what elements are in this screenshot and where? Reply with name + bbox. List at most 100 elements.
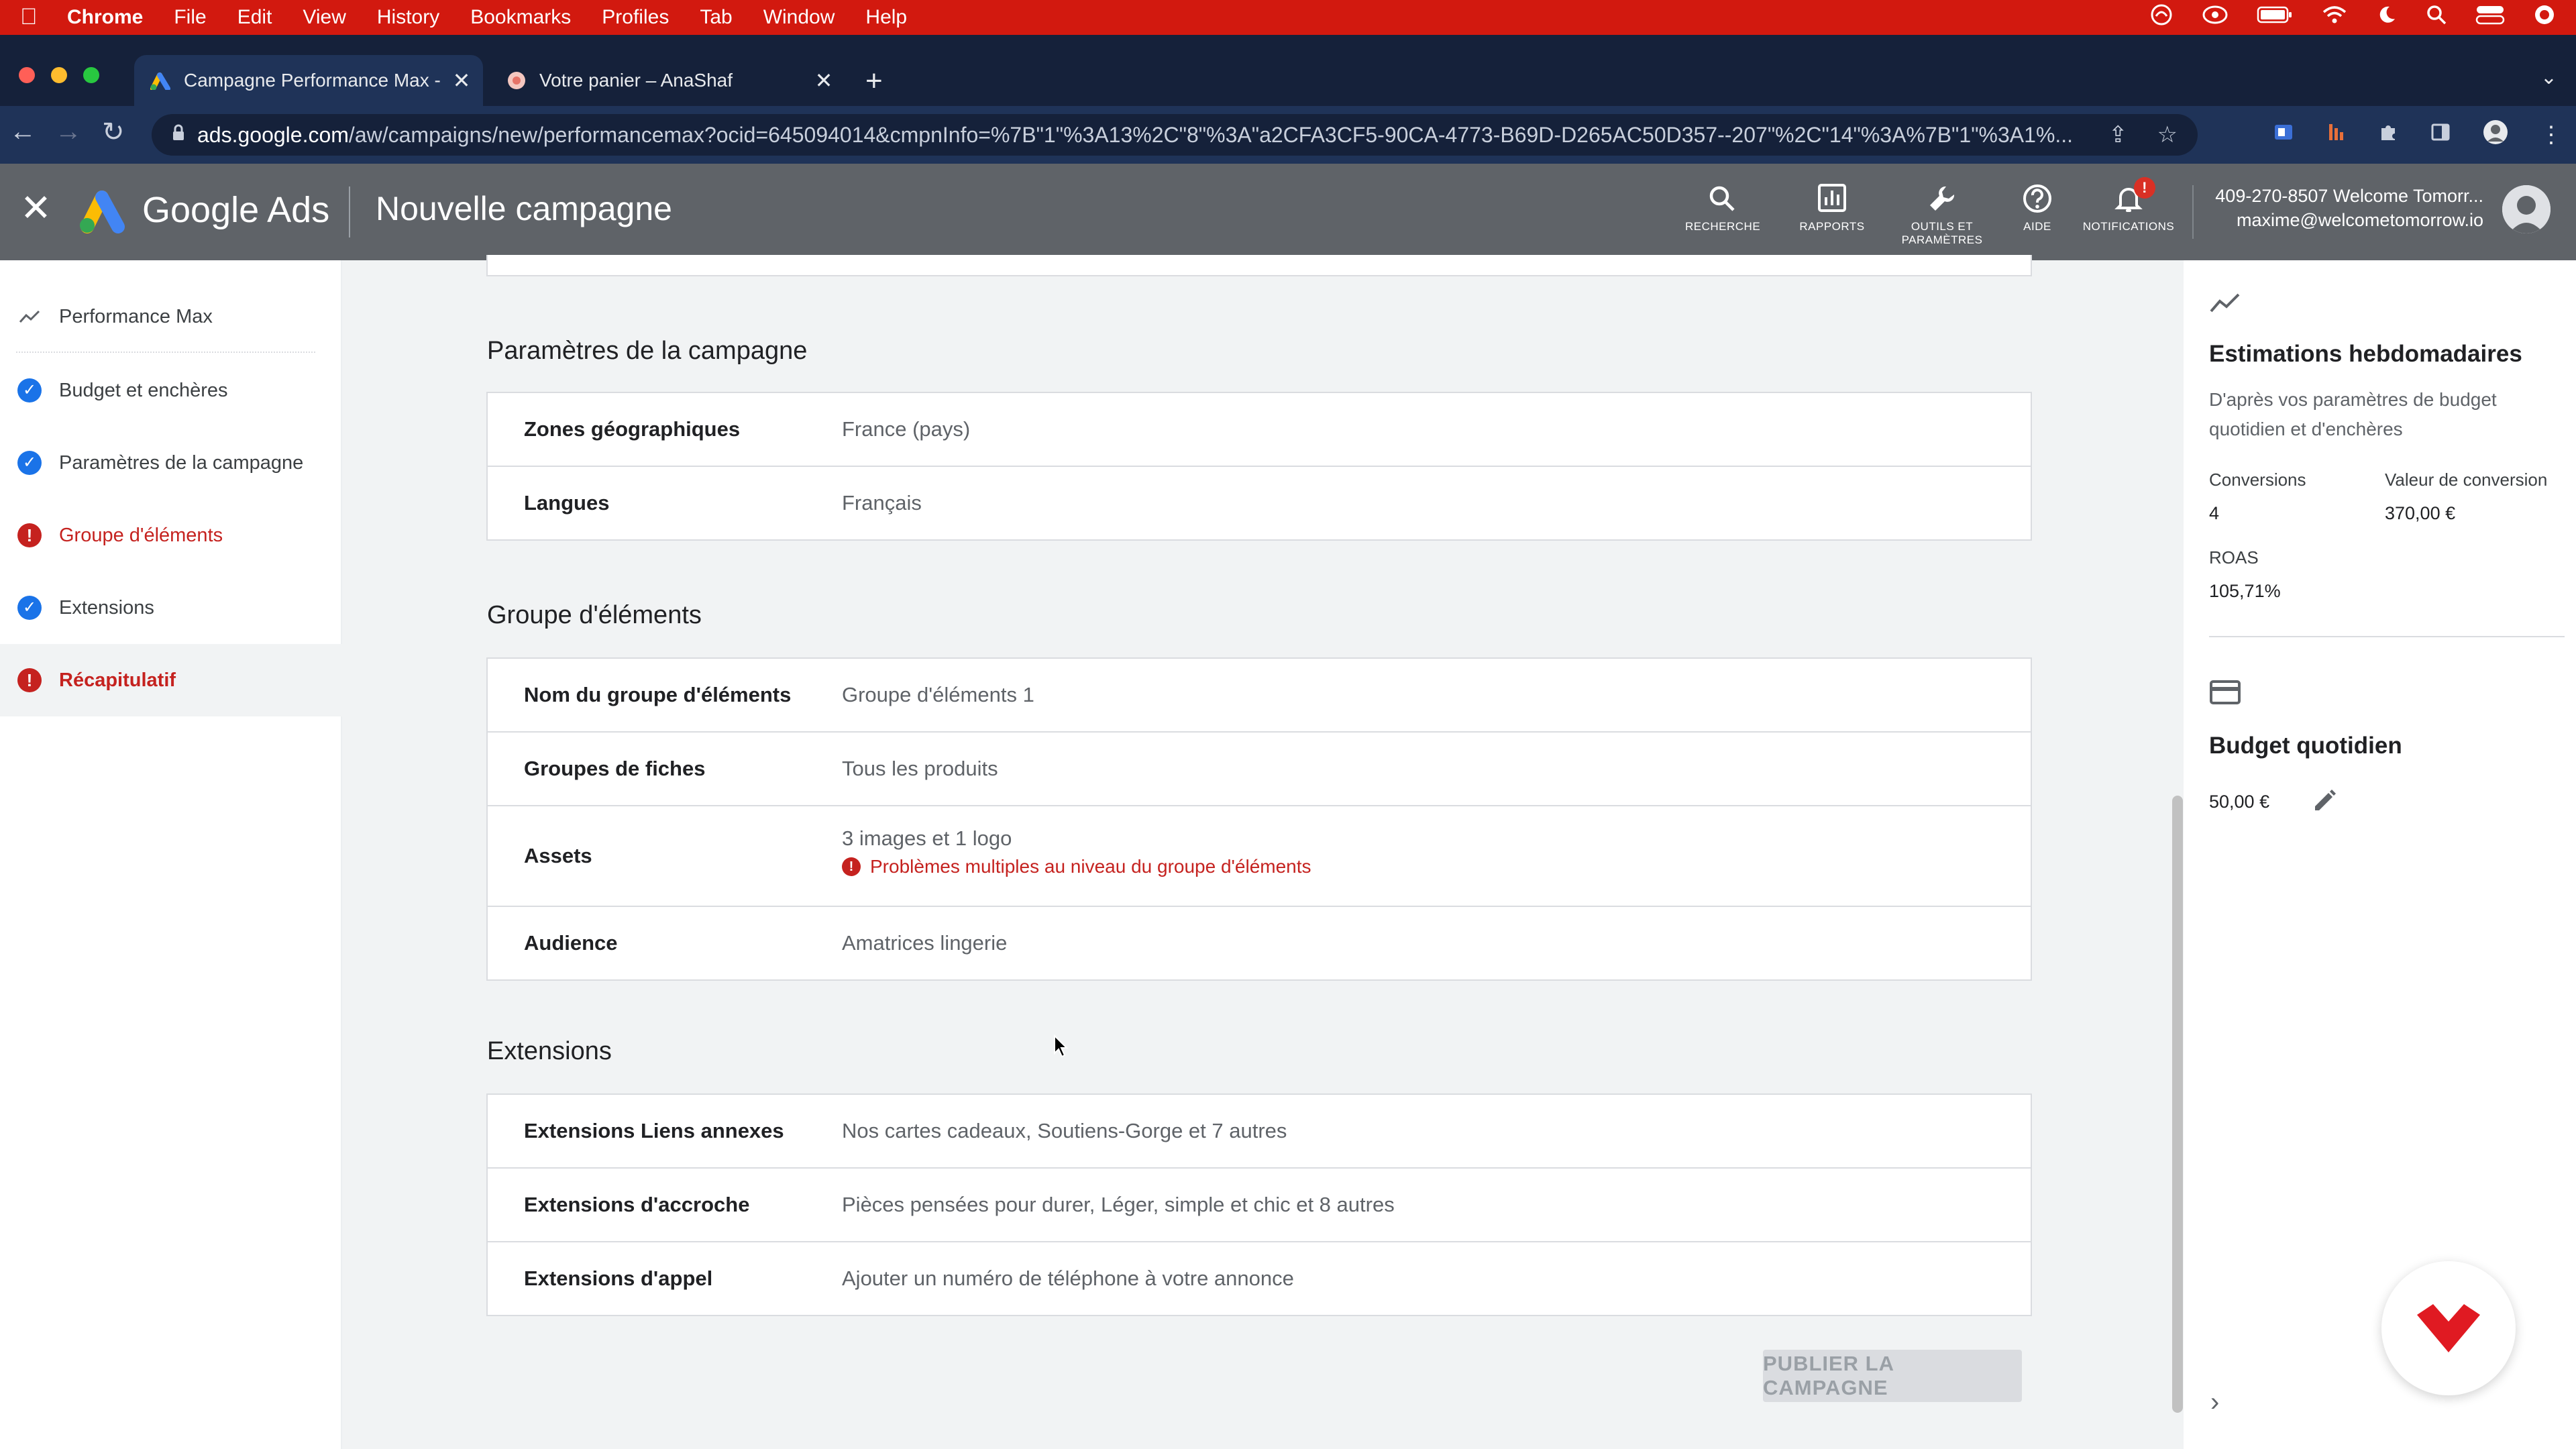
publish-campaign-button[interactable]: PUBLIER LA CAMPAGNE (1763, 1350, 2022, 1402)
menu-bookmarks[interactable]: Bookmarks (470, 6, 571, 29)
user-avatar[interactable] (2502, 185, 2551, 233)
menu-window[interactable]: Window (763, 6, 835, 29)
siri-icon[interactable] (2533, 3, 2556, 32)
tab-title: Campagne Performance Max - (184, 70, 441, 91)
edit-pencil-icon[interactable] (2311, 788, 2338, 818)
wifi-icon[interactable] (2321, 4, 2348, 31)
tab-votre-panier[interactable]: Votre panier – AnaShaf ✕ (490, 55, 845, 106)
section-title-extensions: Extensions (487, 1037, 612, 1065)
account-info[interactable]: 409-270-8507 Welcome Tomorr... maxime@we… (2212, 184, 2483, 232)
menu-edit[interactable]: Edit (237, 6, 272, 29)
tools-label-line1: OUTILS ET (1911, 220, 1974, 233)
search-button[interactable]: RECHERCHE (1685, 182, 1760, 233)
nav-item-asset-group[interactable]: ! Groupe d'éléments (0, 499, 342, 572)
summary-row[interactable]: Langues Français (488, 466, 2031, 539)
help-button[interactable]: AIDE (2014, 182, 2061, 233)
menu-profiles[interactable]: Profiles (602, 6, 669, 29)
google-ads-brand: Google Ads (142, 190, 330, 230)
floating-app-logo-button[interactable] (2381, 1261, 2516, 1395)
campaign-steps-nav: Performance Max ✓ Budget et enchères ✓ P… (0, 260, 342, 1449)
bookmark-star-icon[interactable]: ☆ (2157, 121, 2178, 148)
control-center-icon[interactable] (2475, 4, 2505, 31)
close-campaign-icon[interactable]: ✕ (20, 189, 52, 227)
menu-tab[interactable]: Tab (700, 6, 732, 29)
tab-close-icon[interactable]: ✕ (810, 68, 837, 93)
extension-blue-icon[interactable] (2273, 121, 2294, 149)
nav-item-extensions[interactable]: ✓ Extensions (0, 572, 342, 644)
menu-app-chrome[interactable]: Chrome (67, 6, 143, 29)
side-panel-icon[interactable] (2430, 121, 2451, 149)
help-label: AIDE (2023, 220, 2051, 233)
main-scrollbar-thumb[interactable] (2172, 796, 2183, 1413)
nav-item-summary[interactable]: ! Récapitulatif (0, 644, 342, 716)
section-title-campaign-settings: Paramètres de la campagne (487, 337, 808, 365)
apple-icon[interactable]:  (20, 4, 38, 30)
tab-campagne-performance-max[interactable]: Campagne Performance Max - ✕ (134, 55, 483, 106)
summary-row[interactable]: Audience Amatrices lingerie (488, 906, 2031, 979)
url-path: /aw/campaigns/new/performancemax?ocid=64… (348, 122, 2074, 147)
window-close-button[interactable] (19, 67, 35, 83)
summary-row[interactable]: Groupes de fiches Tous les produits (488, 731, 2031, 805)
status-app-icon[interactable] (2149, 3, 2174, 32)
lock-icon[interactable] (172, 124, 185, 146)
url-text[interactable]: ads.google.com/aw/campaigns/new/performa… (197, 123, 2108, 148)
extensions-card: Extensions Liens annexes Nos cartes cade… (486, 1093, 2032, 1316)
row-label: Audience (524, 931, 618, 955)
summary-row[interactable]: Extensions d'appel Ajouter un numéro de … (488, 1241, 2031, 1315)
row-value: Nos cartes cadeaux, Soutiens-Gorge et 7 … (842, 1119, 1287, 1142)
nav-label: Groupe d'éléments (59, 524, 223, 546)
summary-row[interactable]: Nom du groupe d'éléments Groupe d'élémen… (488, 659, 2031, 731)
row-label: Zones géographiques (524, 417, 741, 441)
nav-item-campaign-settings[interactable]: ✓ Paramètres de la campagne (0, 427, 342, 499)
help-circle-icon (2014, 182, 2061, 220)
wrench-icon (1898, 182, 1986, 220)
conversions-label: Conversions (2209, 470, 2306, 490)
menu-history[interactable]: History (377, 6, 439, 29)
row-value: Ajouter un numéro de téléphone à votre a… (842, 1267, 1294, 1290)
row-value: France (pays) (842, 417, 971, 441)
expand-chevron-right-icon[interactable]: › (2210, 1387, 2219, 1417)
chrome-menu-kebab-icon[interactable]: ⋮ (2540, 121, 2563, 148)
row-value: Pièces pensées pour durer, Léger, simple… (842, 1193, 1395, 1216)
row-label: Nom du groupe d'éléments (524, 683, 792, 706)
summary-row[interactable]: Zones géographiques France (pays) (488, 393, 2031, 466)
notification-alert-badge: ! (2134, 177, 2155, 199)
profile-avatar-icon[interactable] (2482, 119, 2509, 152)
tab-close-icon[interactable]: ✕ (448, 68, 475, 93)
estimates-title: Estimations hebdomadaires (2209, 341, 2522, 367)
summary-row-assets[interactable]: Assets 3 images et 1 logo ! Problèmes mu… (488, 805, 2031, 906)
summary-row[interactable]: Extensions Liens annexes Nos cartes cade… (488, 1095, 2031, 1167)
tab-search-chevron-icon[interactable]: ⌄ (2540, 66, 2557, 89)
menu-file[interactable]: File (174, 6, 206, 29)
summary-row[interactable]: Extensions d'accroche Pièces pensées pou… (488, 1167, 2031, 1241)
menu-help[interactable]: Help (865, 6, 907, 29)
menu-view[interactable]: View (303, 6, 345, 29)
creative-cloud-icon[interactable] (2202, 4, 2229, 31)
address-bar[interactable]: ads.google.com/aw/campaigns/new/performa… (152, 114, 2198, 156)
notifications-button[interactable]: ! NOTIFICATIONS (2078, 177, 2179, 233)
spotlight-search-icon[interactable] (2426, 4, 2447, 31)
extension-orange-icon[interactable] (2325, 121, 2347, 149)
macos-menu-bar:  Chrome File Edit View History Bookmark… (0, 0, 2576, 35)
tab-title: Votre panier – AnaShaf (539, 70, 733, 91)
nav-item-budget[interactable]: ✓ Budget et enchères (0, 354, 342, 427)
account-email: maxime@welcometomorrow.io (2236, 210, 2483, 230)
tools-settings-button[interactable]: OUTILS ET PARAMÈTRES (1898, 182, 1986, 247)
share-icon[interactable]: ⇪ (2108, 121, 2128, 148)
new-tab-plus-icon[interactable]: + (865, 64, 883, 98)
window-zoom-button[interactable] (83, 67, 99, 83)
reports-button[interactable]: RAPPORTS (1795, 182, 1869, 233)
forward-arrow-icon[interactable]: → (55, 117, 82, 147)
credit-card-icon (2209, 679, 2241, 709)
extensions-puzzle-icon[interactable] (2377, 121, 2399, 149)
search-icon (1685, 182, 1759, 220)
check-circle-icon: ✓ (17, 596, 42, 620)
reload-icon[interactable]: ↻ (102, 117, 125, 148)
row-value: 3 images et 1 logo (842, 826, 1012, 850)
battery-icon[interactable] (2257, 5, 2293, 30)
nav-item-performance-max[interactable]: Performance Max (0, 280, 342, 353)
do-not-disturb-moon-icon[interactable] (2376, 4, 2398, 31)
back-arrow-icon[interactable]: ← (9, 117, 36, 147)
row-label: Extensions Liens annexes (524, 1119, 784, 1142)
window-minimize-button[interactable] (51, 67, 67, 83)
